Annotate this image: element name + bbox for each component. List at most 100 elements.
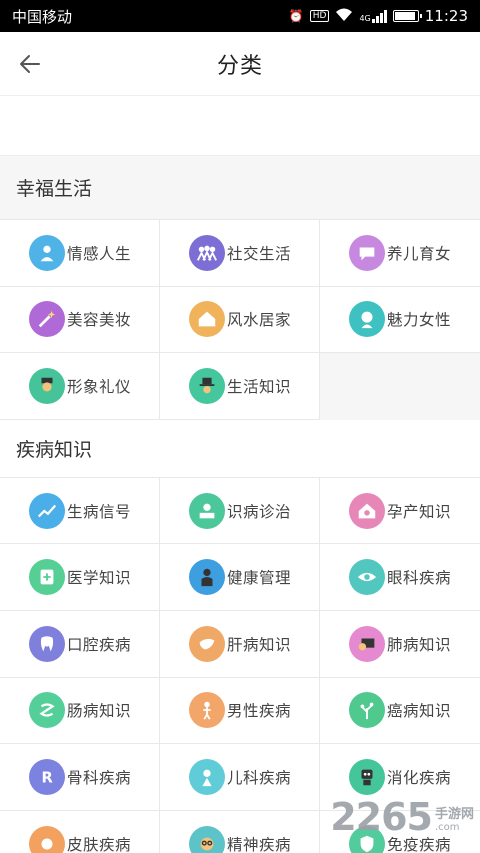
liver-icon	[189, 625, 225, 662]
category-label: 肝病知识	[227, 635, 292, 654]
category-item[interactable]: 魅力女性	[320, 286, 480, 354]
hat-icon	[189, 367, 225, 404]
watermark-cn: 手游网	[434, 806, 474, 822]
category-item[interactable]: R 骨科疾病	[0, 744, 160, 811]
category-label: 儿科疾病	[227, 768, 292, 787]
category-item[interactable]: 肝病知识	[160, 610, 320, 678]
section-title: 疾病知识	[16, 438, 93, 461]
category-label: 孕产知识	[387, 502, 452, 521]
category-label: 风水居家	[227, 311, 292, 330]
category-label: 魅力女性	[387, 311, 452, 330]
arrow-left-icon	[20, 55, 40, 73]
category-label: 肠病知识	[67, 702, 132, 721]
status-bar: 中国移动 ⏰ HD 4G 11:23	[0, 0, 480, 32]
category-item[interactable]: 医学知识	[0, 544, 160, 611]
category-item[interactable]: 口腔疾病	[0, 610, 160, 678]
cell-tree-icon	[349, 692, 385, 729]
clock-label: 11:23	[424, 7, 468, 25]
chat-bubble-icon	[349, 234, 385, 271]
category-label: 情感人生	[67, 244, 132, 263]
category-label: 生活知识	[227, 377, 292, 396]
bone-r-icon: R	[29, 758, 65, 795]
category-item[interactable]: 癌病知识	[320, 677, 480, 745]
category-item[interactable]: 情感人生	[0, 220, 160, 287]
category-label: 形象礼仪	[67, 377, 132, 396]
house-icon	[189, 301, 225, 338]
page-title: 分类	[216, 53, 263, 79]
category-item[interactable]: 健康管理	[160, 544, 320, 611]
person-suit-icon	[189, 559, 225, 596]
category-item[interactable]: 儿科疾病	[160, 744, 320, 811]
category-label: 美容美妆	[67, 311, 132, 330]
category-label: 肺病知识	[387, 635, 452, 654]
category-label: 骨科疾病	[67, 768, 132, 787]
chart-signal-icon	[29, 492, 65, 529]
medical-book-icon	[29, 559, 65, 596]
heart-person-icon	[29, 234, 65, 271]
woman-face-icon	[349, 301, 385, 338]
eye-icon	[349, 559, 385, 596]
group-people-icon	[189, 234, 225, 271]
stomach-robot-icon	[349, 758, 385, 795]
category-item[interactable]: 精神疾病	[160, 810, 320, 853]
category-label: 健康管理	[227, 569, 292, 588]
skin-icon	[29, 825, 65, 853]
category-label: 养儿育女	[387, 244, 452, 263]
category-label: 生病信号	[67, 502, 132, 521]
male-figure-icon	[189, 692, 225, 729]
signal-icon: 4G	[359, 9, 387, 23]
category-item[interactable]: 识病诊治	[160, 477, 320, 545]
category-item[interactable]: 孕产知识	[320, 477, 480, 545]
back-button[interactable]	[14, 48, 46, 80]
section-header-happy-life: 幸福生活	[0, 156, 480, 220]
doctor-desk-icon	[189, 492, 225, 529]
section-title: 幸福生活	[16, 178, 93, 200]
lungs-board-icon	[349, 625, 385, 662]
category-item[interactable]: 生活知识	[160, 353, 320, 420]
category-label: 医学知识	[67, 569, 132, 588]
category-item[interactable]: 男性疾病	[160, 677, 320, 745]
status-icons: ⏰ HD 4G 11:23	[289, 7, 468, 25]
nav-bar: 分类	[0, 32, 480, 96]
category-item[interactable]: 美容美妆	[0, 286, 160, 354]
network-type-label: 4G	[359, 13, 371, 23]
child-icon	[189, 758, 225, 795]
gentleman-icon	[29, 367, 65, 404]
category-item[interactable]: 眼科疾病	[320, 544, 480, 611]
section-header-disease-knowledge: 疾病知识	[0, 419, 480, 478]
category-label: 眼科疾病	[387, 569, 452, 588]
category-item[interactable]: 肺病知识	[320, 610, 480, 678]
category-label: 识病诊治	[227, 502, 292, 521]
category-label: 癌病知识	[387, 702, 452, 721]
category-grid-happy-life: 情感人生 社交生活 养儿育女美容美妆 风水居家 魅力女性形象礼仪 生活知识	[0, 220, 480, 420]
glasses-face-icon	[189, 825, 225, 853]
category-item[interactable]: 皮肤疾病	[0, 810, 160, 853]
category-item[interactable]: 生病信号	[0, 477, 160, 545]
watermark-number: 2265	[330, 795, 433, 839]
blank-banner-area	[0, 96, 480, 156]
empty-cell	[320, 353, 480, 420]
category-item[interactable]: 风水居家	[160, 286, 320, 354]
magic-wand-icon	[29, 301, 65, 338]
alarm-icon: ⏰	[288, 9, 304, 23]
carrier-label: 中国移动	[12, 7, 73, 26]
tooth-icon	[29, 625, 65, 662]
category-label: 口腔疾病	[67, 635, 132, 654]
category-label: 消化疾病	[387, 768, 452, 787]
home-baby-icon	[349, 492, 385, 529]
category-label: 精神疾病	[227, 835, 292, 853]
category-label: 皮肤疾病	[67, 835, 132, 853]
category-label: 社交生活	[227, 244, 292, 263]
battery-icon	[392, 10, 422, 22]
category-label: 男性疾病	[227, 702, 292, 721]
svg-text:R: R	[42, 769, 53, 786]
category-item[interactable]: 养儿育女	[320, 220, 480, 287]
hd-icon: HD	[309, 10, 330, 22]
category-item[interactable]: 肠病知识	[0, 677, 160, 745]
category-item[interactable]: 社交生活	[160, 220, 320, 287]
watermark-domain: .com	[434, 822, 460, 833]
wifi-icon	[335, 8, 353, 25]
watermark-logo: 2265 手游网 .com	[330, 795, 474, 839]
intestine-icon	[29, 692, 65, 729]
category-item[interactable]: 形象礼仪	[0, 353, 160, 420]
